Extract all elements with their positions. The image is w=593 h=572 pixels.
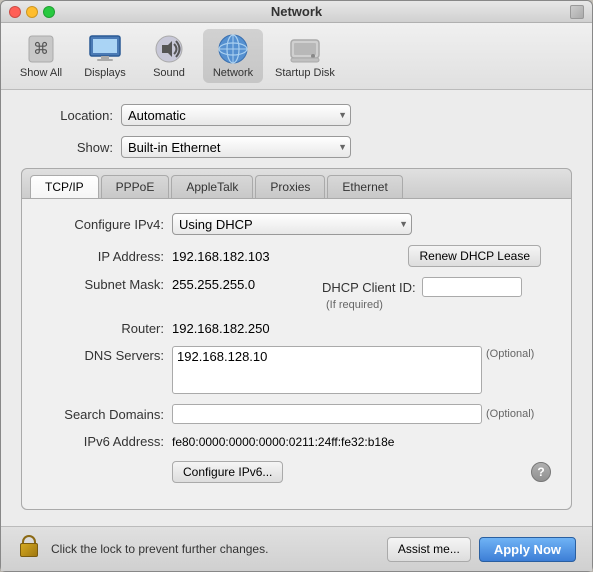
tab-ethernet[interactable]: Ethernet (327, 175, 402, 198)
traffic-lights (9, 6, 55, 18)
lock-text: Click the lock to prevent further change… (51, 542, 377, 556)
tab-proxies[interactable]: Proxies (255, 175, 325, 198)
resize-handle[interactable] (570, 5, 584, 19)
configure-select-wrapper: Using DHCP (172, 213, 412, 235)
search-domains-input[interactable] (172, 404, 482, 424)
router-label: Router: (42, 321, 172, 336)
bottom-bar: Click the lock to prevent further change… (1, 526, 592, 571)
toolbar-label-network: Network (213, 67, 253, 79)
lock-shackle (22, 535, 36, 543)
ipv6-controls: Configure IPv6... ? (42, 461, 551, 483)
search-row: Search Domains: (Optional) (42, 404, 551, 424)
tabs-header: TCP/IP PPPoE AppleTalk Proxies Ethernet (22, 169, 571, 199)
toolbar-label-sound: Sound (153, 67, 185, 79)
tab-pppoe[interactable]: PPPoE (101, 175, 170, 198)
toolbar-item-displays[interactable]: Displays (75, 29, 135, 83)
window-title: Network (1, 4, 592, 19)
tabs-container: TCP/IP PPPoE AppleTalk Proxies Ethernet … (21, 168, 572, 510)
configure-row: Configure IPv4: Using DHCP (42, 213, 551, 235)
network-icon (217, 33, 249, 65)
maximize-button[interactable] (43, 6, 55, 18)
tabs-content: Configure IPv4: Using DHCP IP Address: 1… (22, 199, 571, 509)
location-select-wrapper: Automatic (121, 104, 351, 126)
show-label: Show: (21, 140, 121, 155)
configure-label: Configure IPv4: (42, 217, 172, 232)
toolbar-label-displays: Displays (84, 67, 126, 79)
show-select-wrapper: Built-in Ethernet (121, 136, 351, 158)
close-button[interactable] (9, 6, 21, 18)
dhcp-client-row: DHCP Client ID: (322, 277, 522, 297)
configure-ipv6-button[interactable]: Configure IPv6... (172, 461, 283, 483)
toolbar: ⌘ Show All Displays (1, 23, 592, 90)
dhcp-client-input[interactable] (422, 277, 522, 297)
startup-disk-icon (289, 33, 321, 65)
location-select[interactable]: Automatic (121, 104, 351, 126)
ipv6-label: IPv6 Address: (42, 434, 172, 449)
subnet-row: Subnet Mask: 255.255.255.0 DHCP Client I… (42, 277, 551, 311)
dhcp-client-area: DHCP Client ID: (If required) (322, 277, 522, 311)
title-bar: Network (1, 1, 592, 23)
subnet-label: Subnet Mask: (42, 277, 172, 292)
toolbar-label-show-all: Show All (20, 67, 62, 79)
tab-appletalk[interactable]: AppleTalk (171, 175, 253, 198)
toolbar-label-startup-disk: Startup Disk (275, 67, 335, 79)
ip-row: IP Address: 192.168.182.103 Renew DHCP L… (42, 245, 551, 267)
renew-dhcp-button[interactable]: Renew DHCP Lease (408, 245, 541, 267)
svg-text:⌘: ⌘ (33, 41, 49, 58)
displays-icon (89, 33, 121, 65)
dns-optional: (Optional) (486, 346, 534, 360)
window: Network ⌘ Show All (0, 0, 593, 572)
toolbar-item-sound[interactable]: Sound (139, 29, 199, 83)
minimize-button[interactable] (26, 6, 38, 18)
lock-body (20, 543, 38, 557)
apply-now-button[interactable]: Apply Now (479, 537, 576, 562)
toolbar-item-startup-disk[interactable]: Startup Disk (267, 29, 343, 83)
tab-tcp-ip[interactable]: TCP/IP (30, 175, 99, 198)
router-value: 192.168.182.250 (172, 321, 270, 336)
ip-value: 192.168.182.103 (172, 249, 408, 264)
apple-icon: ⌘ (25, 33, 57, 65)
show-select[interactable]: Built-in Ethernet (121, 136, 351, 158)
configure-select[interactable]: Using DHCP (172, 213, 412, 235)
location-row: Location: Automatic (21, 104, 572, 126)
help-button[interactable]: ? (531, 462, 551, 482)
location-label: Location: (21, 108, 121, 123)
lock-icon[interactable] (17, 535, 41, 563)
ipv6-row: IPv6 Address: fe80:0000:0000:0000:0211:2… (42, 434, 551, 449)
if-required-text: (If required) (322, 299, 383, 311)
router-row: Router: 192.168.182.250 (42, 321, 551, 336)
assist-me-button[interactable]: Assist me... (387, 537, 471, 562)
toolbar-item-network[interactable]: Network (203, 29, 263, 83)
ip-label: IP Address: (42, 249, 172, 264)
sound-icon (153, 33, 185, 65)
dns-row: DNS Servers: 192.168.128.10 (Optional) (42, 346, 551, 394)
show-row: Show: Built-in Ethernet (21, 136, 572, 158)
toolbar-item-show-all[interactable]: ⌘ Show All (11, 29, 71, 83)
search-optional: (Optional) (486, 408, 534, 420)
dns-input[interactable]: 192.168.128.10 (172, 346, 482, 394)
dns-label: DNS Servers: (42, 346, 172, 363)
search-label: Search Domains: (42, 407, 172, 422)
main-content: Location: Automatic Show: Built-in Ether… (1, 90, 592, 526)
ipv6-value: fe80:0000:0000:0000:0211:24ff:fe32:b18e (172, 435, 394, 449)
dhcp-client-label: DHCP Client ID: (322, 280, 416, 295)
subnet-value: 255.255.255.0 (172, 277, 322, 292)
bottom-buttons: Assist me... Apply Now (387, 537, 576, 562)
